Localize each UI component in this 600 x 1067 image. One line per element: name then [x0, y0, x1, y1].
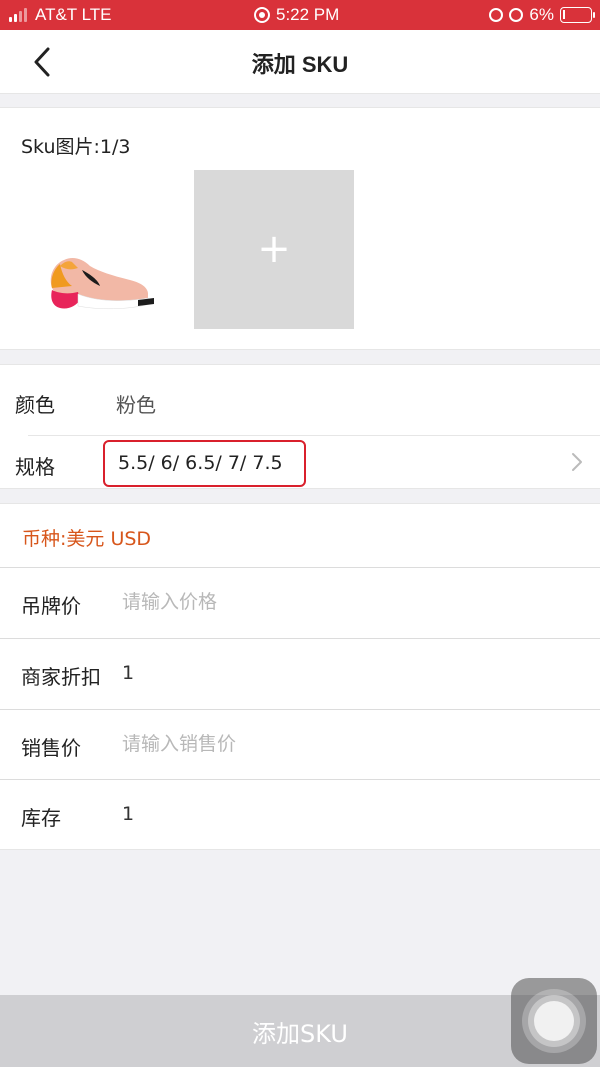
status-time: 5:22 PM — [276, 5, 340, 24]
stock-input[interactable] — [122, 796, 562, 832]
sale-price-label: 销售价 — [21, 736, 81, 760]
plus-icon: + — [257, 226, 291, 272]
spec-row[interactable]: 规格 5.5/ 6/ 6.5/ 7/ 7.5 — [0, 435, 600, 490]
attribute-section: 颜色 粉色 规格 5.5/ 6/ 6.5/ 7/ 7.5 — [0, 364, 600, 489]
nav-bar: 添加 SKU — [0, 30, 600, 94]
stock-row: 库存 — [0, 779, 600, 849]
assistive-touch-button[interactable] — [511, 978, 597, 1064]
alarm-icon — [489, 8, 504, 22]
screen-record-icon — [254, 7, 270, 23]
add-sku-button[interactable]: 添加SKU — [0, 995, 600, 1067]
signal-icon — [9, 8, 29, 22]
sneaker-image — [50, 258, 154, 310]
status-right: 6% — [489, 5, 595, 25]
add-image-button[interactable]: + — [194, 170, 354, 329]
tag-price-row: 吊牌价 — [0, 567, 600, 637]
tag-price-input[interactable] — [122, 584, 562, 620]
rotation-lock-icon — [509, 8, 524, 22]
status-bar: AT&T LTE 5:22 PM 6% — [0, 0, 600, 30]
pricing-section: 币种:美元 USD 吊牌价 商家折扣 销售价 库存 — [0, 503, 600, 850]
battery-icon — [560, 7, 595, 23]
color-value: 粉色 — [116, 393, 156, 417]
discount-label: 商家折扣 — [21, 665, 101, 689]
discount-row: 商家折扣 — [0, 638, 600, 708]
stock-label: 库存 — [21, 806, 61, 830]
color-row[interactable]: 颜色 粉色 — [0, 365, 600, 427]
spec-label: 规格 — [15, 455, 55, 479]
battery-percent: 6% — [529, 5, 554, 24]
currency-label: 币种:美元 USD — [22, 528, 152, 550]
status-center: 5:22 PM — [254, 5, 339, 25]
carrier-text: AT&T LTE — [35, 5, 112, 24]
sku-image-thumbnail[interactable] — [38, 236, 168, 316]
chevron-right-icon — [572, 453, 582, 471]
sale-price-input[interactable] — [122, 726, 562, 762]
tag-price-label: 吊牌价 — [21, 594, 81, 618]
sku-image-section: Sku图片:1/3 + — [0, 107, 600, 350]
sku-image-label: Sku图片:1/3 — [21, 136, 131, 158]
color-label: 颜色 — [15, 393, 55, 417]
discount-input[interactable] — [122, 655, 562, 691]
spec-value: 5.5/ 6/ 6.5/ 7/ 7.5 — [118, 452, 283, 474]
assistive-ring-inner — [534, 1001, 574, 1041]
spec-highlight-box: 5.5/ 6/ 6.5/ 7/ 7.5 — [103, 440, 306, 487]
page-title: 添加 SKU — [251, 52, 349, 77]
sale-price-row: 销售价 — [0, 709, 600, 779]
status-left: AT&T LTE — [9, 5, 112, 25]
